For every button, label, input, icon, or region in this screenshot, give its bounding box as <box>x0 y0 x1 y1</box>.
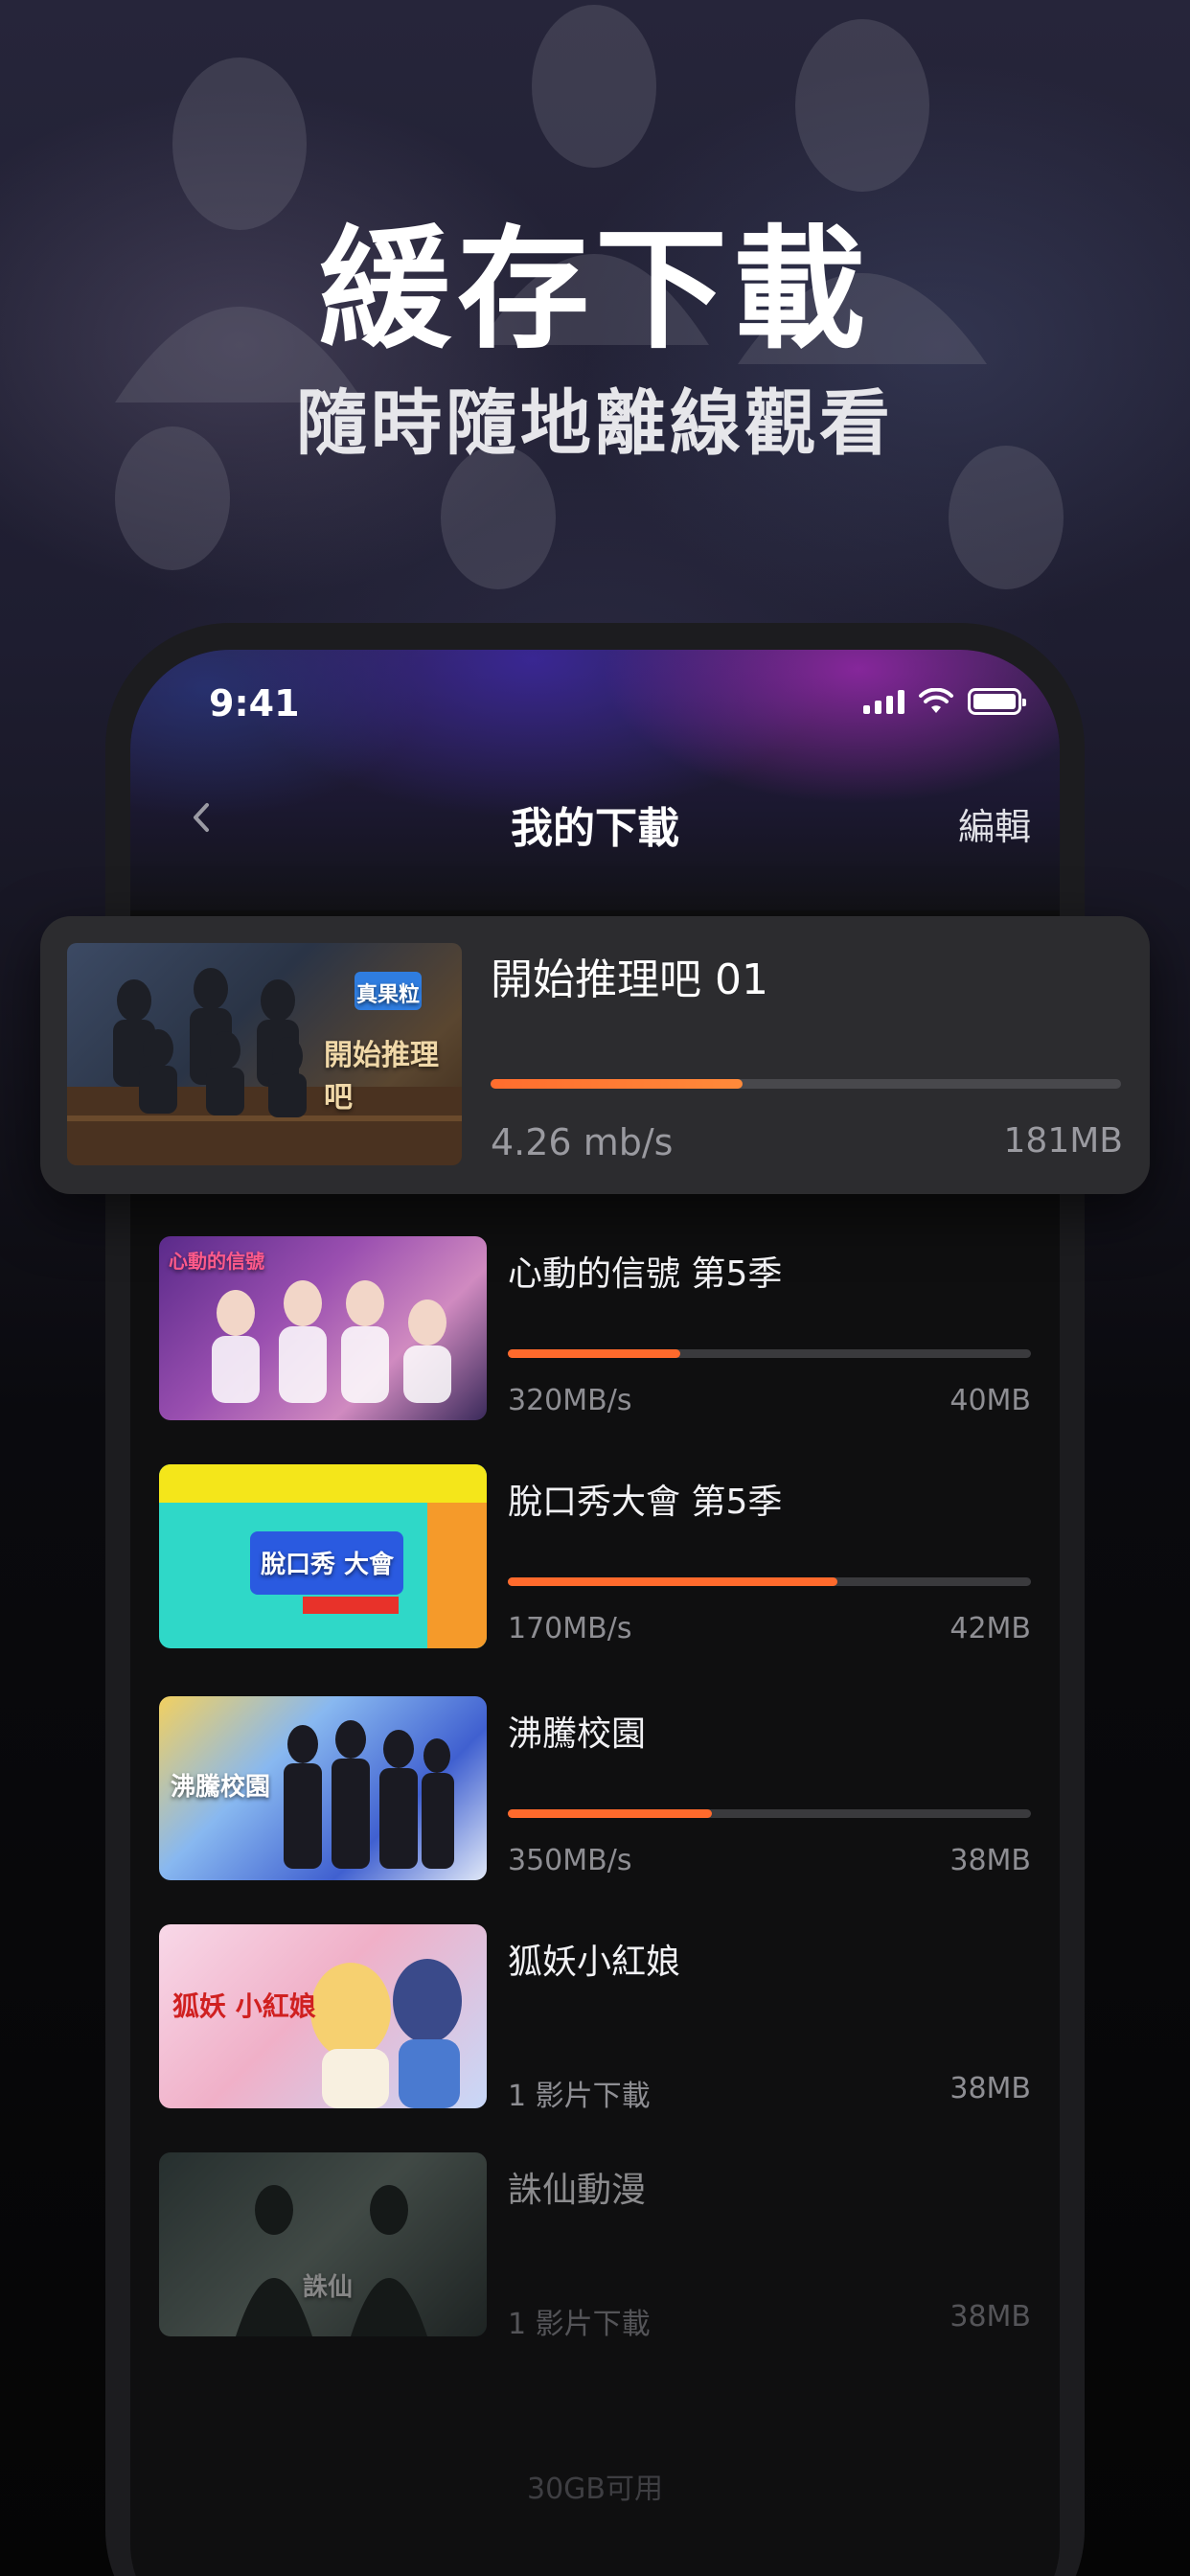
download-progress-fill <box>508 1349 681 1358</box>
download-count: 1 影片下載 <box>508 2308 651 2341</box>
battery-icon <box>968 688 1026 715</box>
featured-progress-bar <box>491 1079 1121 1089</box>
download-progress-bar <box>508 1577 1031 1586</box>
featured-progress-fill <box>491 1079 744 1089</box>
download-thumb-text: 脫口秀 大會 <box>261 1551 395 1579</box>
hero-subtitle: 隨時隨地離線觀看 <box>296 382 894 465</box>
hero-title: 緩存下載 <box>318 213 871 367</box>
signal-icon <box>863 689 904 714</box>
download-progress-bar <box>508 1349 1031 1358</box>
featured-size: 181MB <box>1003 1121 1123 1161</box>
download-thumb-text: 誅仙 <box>303 2273 354 2302</box>
download-title: 誅仙動漫 <box>508 2171 647 2210</box>
download-speed: 170MB/s <box>508 1612 632 1645</box>
featured-speed: 4.26 mb/s <box>491 1121 674 1163</box>
download-thumbnail: 沸騰校園 <box>159 1696 487 1880</box>
download-speed: 320MB/s <box>508 1384 632 1417</box>
download-item[interactable]: 狐妖 小紅娘 狐妖小紅娘 1 影片下載 38MB <box>159 1924 1031 2113</box>
featured-thumb-badge: 真果粒 <box>356 983 421 1007</box>
featured-thumb-text: 開始推理吧 <box>324 1039 439 1115</box>
download-thumb-text: 沸騰校園 <box>171 1773 271 1802</box>
download-size: 38MB <box>950 2300 1031 2334</box>
edit-button[interactable]: 編輯 <box>958 797 1031 850</box>
storage-available-label: 30GB可用 <box>526 2472 663 2506</box>
wifi-icon <box>919 688 953 713</box>
download-item[interactable]: 心動的信號 心動的信號 第5季 320MB/s 40MB <box>159 1236 1031 1420</box>
featured-thumbnail: 真果粒 開始推理吧 <box>67 943 462 1165</box>
download-speed: 350MB/s <box>508 1844 632 1877</box>
download-item[interactable]: 誅仙 誅仙動漫 1 影片下載 38MB <box>159 2152 1031 2341</box>
screen-header: 9:41 我的下載 編輯 <box>130 650 1060 910</box>
page-title: 我的下載 <box>511 804 679 853</box>
download-thumbnail: 狐妖 小紅娘 <box>159 1924 487 2108</box>
download-progress-bar <box>508 1809 1031 1818</box>
status-time: 9:41 <box>209 682 300 724</box>
download-count: 1 影片下載 <box>508 2080 651 2113</box>
download-thumbnail: 脫口秀 大會 <box>159 1464 487 1648</box>
featured-title: 開始推理吧 01 <box>491 955 768 1004</box>
download-title: 沸騰校園 <box>508 1714 647 1754</box>
status-icons <box>863 688 1026 715</box>
download-item[interactable]: 沸騰校園 沸騰校園 350MB/s 38MB <box>159 1696 1031 1880</box>
download-size: 38MB <box>950 1844 1031 1877</box>
download-title: 狐妖小紅娘 <box>508 1943 681 1982</box>
download-title: 脫口秀大會 第5季 <box>508 1483 783 1522</box>
download-size: 42MB <box>950 1612 1031 1645</box>
download-thumb-text: 心動的信號 <box>169 1250 264 1273</box>
download-progress-fill <box>508 1809 712 1818</box>
download-thumb-text: 狐妖 小紅娘 <box>172 1990 316 2022</box>
download-thumbnail: 心動的信號 <box>159 1236 487 1420</box>
download-size: 38MB <box>950 2072 1031 2105</box>
download-size: 40MB <box>950 1384 1031 1417</box>
download-progress-fill <box>508 1577 837 1586</box>
download-title: 心動的信號 第5季 <box>508 1254 783 1294</box>
featured-download-card[interactable]: 真果粒 開始推理吧 開始推理吧 01 4.26 mb/s 181MB <box>40 916 1150 1194</box>
download-item[interactable]: 脫口秀 大會 脫口秀大會 第5季 170MB/s 42MB <box>159 1464 1031 1648</box>
download-thumbnail: 誅仙 <box>159 2152 487 2336</box>
